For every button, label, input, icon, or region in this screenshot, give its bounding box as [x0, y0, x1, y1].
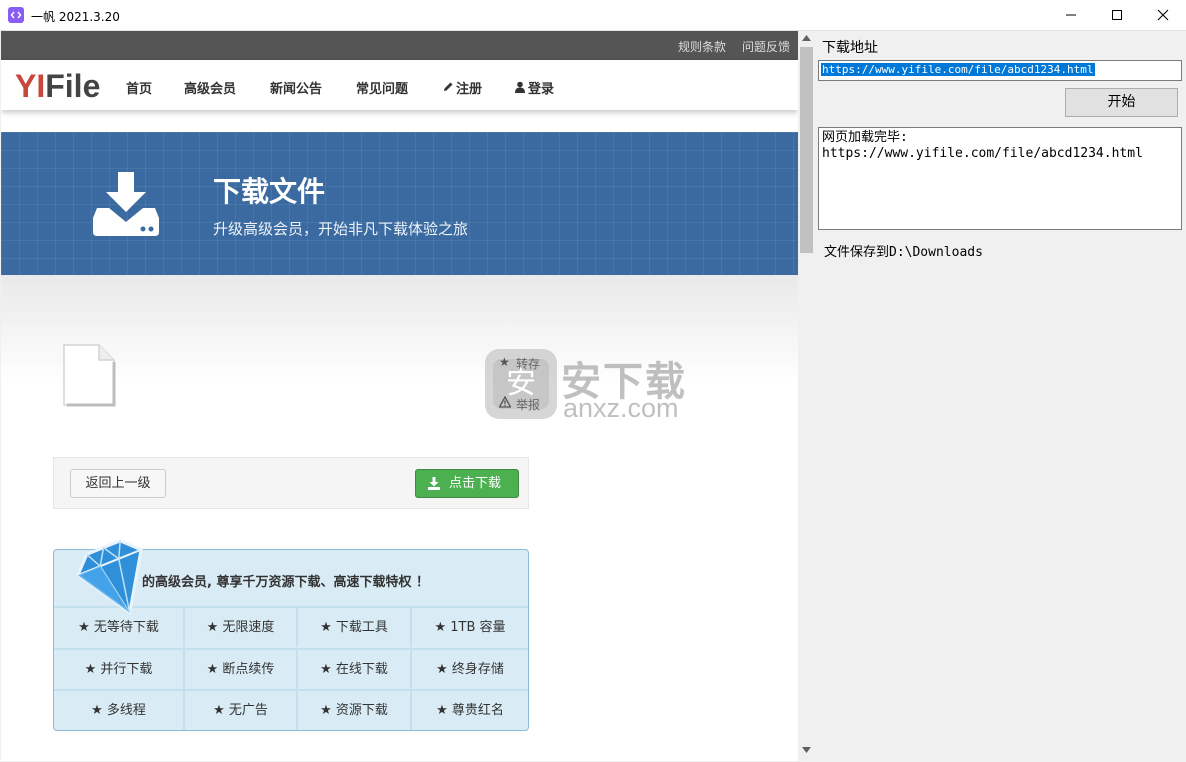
star-icon: ★	[91, 703, 103, 718]
close-button[interactable]	[1140, 0, 1186, 30]
web-view[interactable]: 规则条款 问题反馈 YIFile 首页 高级会员 新闻公告 常见问题 注册 登录…	[1, 31, 798, 761]
log-textarea[interactable]: 网页加载完毕: https://www.yifile.com/file/abcd…	[818, 127, 1182, 230]
download-icon	[428, 477, 440, 490]
vip-feature-label: 多线程	[106, 703, 146, 718]
url-input[interactable]: https://www.yifile.com/file/abcd1234.htm…	[818, 60, 1182, 81]
vip-feature-label: 资源下载	[335, 703, 388, 718]
nav-faq[interactable]: 常见问题	[356, 78, 408, 97]
vip-feature-item: ★ 资源下载	[298, 689, 412, 730]
vip-feature-item: ★ 多线程	[54, 689, 185, 730]
vip-feature-item: ★ 在线下载	[298, 648, 412, 689]
star-icon: ★	[206, 620, 219, 635]
minimize-icon	[1066, 14, 1076, 16]
star-icon: ★	[436, 662, 448, 677]
vip-feature-label: 1TB 容量	[450, 620, 506, 635]
vip-feature-item: ★ 1TB 容量	[412, 606, 528, 647]
star-icon: ★	[206, 662, 219, 677]
control-panel: 下载地址 https://www.yifile.com/file/abcd123…	[815, 31, 1186, 762]
file-icon	[63, 344, 116, 407]
scroll-down-icon[interactable]	[802, 747, 811, 753]
save-path-label: 文件保存到D:\Downloads	[824, 245, 983, 260]
vip-feature-item: ★ 无广告	[185, 689, 298, 730]
address-label: 下载地址	[822, 40, 878, 56]
star-icon: ★	[436, 703, 448, 718]
close-icon	[1157, 9, 1169, 21]
diamond-icon	[76, 539, 143, 616]
window-titlebar: 一帆 2021.3.20	[0, 0, 1186, 31]
web-view-scrollbar[interactable]	[798, 31, 815, 761]
site-logo[interactable]: YIFile	[15, 68, 100, 105]
download-button[interactable]: 点击下载	[415, 469, 519, 498]
vip-feature-item: ★ 无限速度	[185, 606, 298, 647]
nav-home[interactable]: 首页	[126, 78, 152, 97]
user-icon	[515, 81, 525, 93]
vip-feature-item: ★ 断点续传	[185, 648, 298, 689]
vip-headline: 的高级会员, 尊享千万资源下载、高速下载特权 ！	[142, 575, 429, 590]
app-logo-icon	[8, 7, 24, 23]
vip-feature-label: 并行下载	[100, 662, 153, 677]
star-icon: ★	[320, 620, 332, 635]
hero-subtitle: 升级高级会员，开始非凡下载体验之旅	[213, 220, 469, 238]
site-navbar: YIFile 首页 高级会员 新闻公告 常见问题 注册 登录	[1, 60, 798, 110]
vip-feature-item: ★ 尊贵红名	[412, 689, 528, 730]
nav-login[interactable]: 登录	[514, 78, 554, 97]
vip-feature-label: 无广告	[228, 703, 268, 718]
star-icon: ★	[320, 703, 332, 718]
hero-title: 下载文件	[213, 175, 326, 208]
terms-link[interactable]: 规则条款	[678, 38, 726, 55]
maximize-icon	[1112, 10, 1122, 20]
back-button[interactable]: 返回上一级	[70, 469, 166, 498]
start-button[interactable]: 开始	[1065, 88, 1178, 117]
star-icon: ★	[213, 703, 225, 718]
vip-feature-label: 下载工具	[335, 620, 388, 635]
vip-feature-label: 尊贵红名	[451, 703, 504, 718]
vip-feature-grid: ★ 无等待下载 ★ 无限速度 ★ 下载工具 ★ 1TB 容量 ★ 并行下载 ★ 断点续传 ★…	[54, 606, 528, 730]
star-icon: ★	[434, 620, 447, 635]
vip-feature-item: ★ 终身存储	[412, 648, 528, 689]
site-top-strip: 规则条款 问题反馈	[1, 31, 798, 60]
download-drive-icon	[93, 172, 159, 236]
minimize-button[interactable]	[1048, 0, 1094, 30]
report-button[interactable]: 举报	[485, 392, 547, 416]
star-icon: ★	[84, 662, 97, 677]
save-to-cloud-button[interactable]: ★ 转存	[485, 351, 547, 375]
feedback-link[interactable]: 问题反馈	[742, 38, 790, 55]
nav-register[interactable]: 注册	[442, 78, 482, 97]
star-icon: ★	[499, 355, 510, 369]
action-bar: 返回上一级 点击下载	[53, 457, 529, 509]
nav-vip[interactable]: 高级会员	[184, 78, 236, 97]
scrollbar-thumb[interactable]	[800, 47, 813, 253]
url-value: https://www.yifile.com/file/abcd1234.htm…	[821, 63, 1095, 76]
pencil-icon	[444, 82, 453, 91]
window-title: 一帆 2021.3.20	[31, 10, 120, 24]
vip-feature-label: 终身存储	[451, 662, 504, 677]
nav-news[interactable]: 新闻公告	[270, 78, 322, 97]
vip-feature-item: ★ 并行下载	[54, 648, 185, 689]
warning-icon	[499, 396, 511, 408]
scroll-up-icon[interactable]	[802, 35, 811, 41]
vip-feature-label: 在线下载	[335, 662, 388, 677]
side-actions: ★ 转存 举报	[485, 349, 547, 417]
vip-feature-label: 断点续传	[222, 662, 275, 677]
vip-feature-item: ★ 下载工具	[298, 606, 412, 647]
hero-banner: 下载文件 升级高级会员，开始非凡下载体验之旅	[1, 132, 798, 275]
maximize-button[interactable]	[1094, 0, 1140, 30]
watermark-domain: anxz.com	[563, 393, 679, 423]
star-icon: ★	[320, 662, 332, 677]
vip-feature-label: 无限速度	[222, 620, 275, 635]
